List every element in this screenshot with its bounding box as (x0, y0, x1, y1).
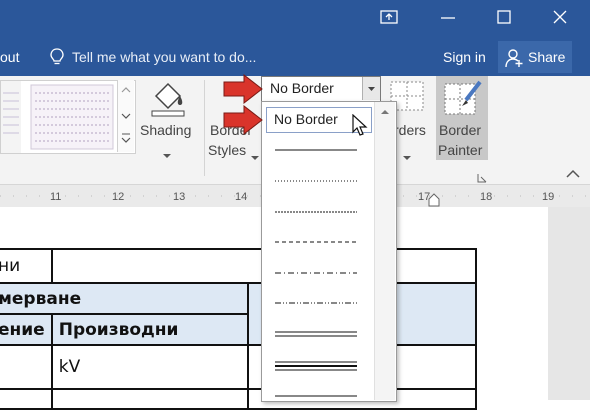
border-style-combo-value: No Border (270, 80, 334, 96)
table-cell[interactable]: Производни (50, 313, 250, 346)
table-cell[interactable] (0, 388, 53, 410)
line-style-thick-thin[interactable] (275, 361, 357, 371)
minimize-icon[interactable] (436, 8, 460, 33)
border-styles-chevron-down-icon[interactable] (250, 148, 260, 166)
borders-chevron-down-icon[interactable] (402, 148, 412, 166)
ruler-tick: 11 (50, 191, 62, 203)
table-cell[interactable]: мерване (0, 282, 250, 315)
share-label: Share (528, 49, 566, 65)
collapse-ribbon-chevron-up-icon[interactable] (566, 166, 580, 184)
dropdown-scrollbar[interactable] (374, 102, 395, 400)
ruler-tick: 14 (235, 191, 248, 203)
ribbon-separator (204, 80, 205, 176)
share-person-icon (505, 48, 525, 73)
tell-me-search-input[interactable]: Tell me what you want to do... (72, 49, 256, 65)
shading-chevron-down-icon[interactable] (162, 146, 172, 164)
border-styles-label-2[interactable]: Styles (208, 142, 246, 158)
shading-label[interactable]: Shading (140, 122, 191, 138)
shading-bucket-icon[interactable] (148, 78, 188, 123)
ruler-tick: 13 (173, 191, 186, 203)
table-cell[interactable]: kV (50, 344, 250, 390)
border-painter-label-2: Painter (438, 142, 483, 158)
ruler-tick: 18 (480, 191, 493, 203)
table-cell[interactable]: ни (0, 248, 53, 284)
callout-arrow-icon (222, 104, 264, 140)
ruler-tick: 12 (112, 191, 125, 203)
lightbulb-icon (48, 47, 66, 67)
table-styles-gallery[interactable] (0, 80, 136, 154)
line-style-double[interactable] (275, 331, 357, 337)
combo-dropdown-button[interactable] (362, 77, 380, 100)
borders-label[interactable]: rders (394, 122, 426, 138)
border-painter-icon (442, 78, 484, 123)
tab-layout[interactable]: out (0, 49, 19, 65)
maximize-icon[interactable] (492, 8, 516, 33)
sign-in-link[interactable]: Sign in (443, 49, 486, 65)
table-cell[interactable] (0, 344, 53, 390)
callout-arrow-icon (222, 73, 264, 109)
border-painter-label-1: Border (439, 122, 482, 138)
border-line-styles (275, 149, 357, 397)
table-cell[interactable] (50, 388, 250, 410)
dropdown-item-label: No Border (274, 111, 338, 127)
gallery-scroll[interactable] (117, 80, 134, 152)
mouse-pointer-icon (352, 113, 368, 143)
document-table[interactable]: ни мерване ение Производни kV (0, 248, 477, 410)
ruler-tick: 19 (542, 191, 555, 203)
table-cell[interactable]: ение (0, 313, 53, 346)
close-icon[interactable] (548, 8, 572, 33)
ribbon-display-options-icon[interactable] (377, 8, 401, 33)
